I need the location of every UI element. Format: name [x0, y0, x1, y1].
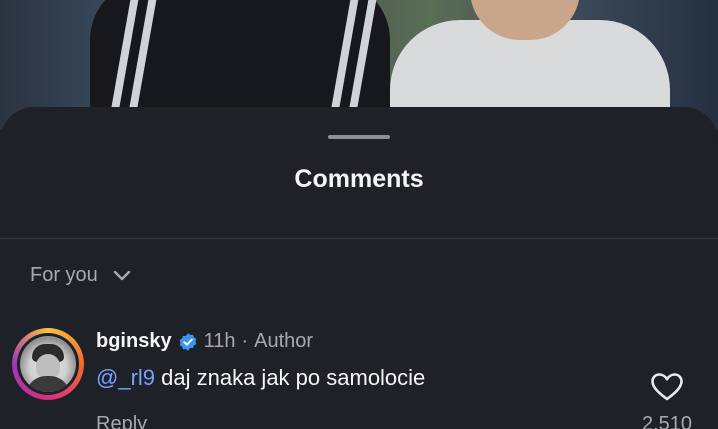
comment-item: bginsky 11h · Author @_rl9 daj znaka jak…	[0, 325, 718, 429]
like-count: 2,510	[641, 413, 692, 429]
comment-username[interactable]: bginsky	[96, 330, 172, 353]
reply-button[interactable]: Reply	[96, 413, 147, 429]
comment-mention[interactable]: @_rl9	[96, 365, 155, 390]
avatar-photo	[20, 336, 76, 392]
comment-time: 11h	[203, 330, 236, 352]
divider	[0, 238, 718, 239]
comment-text: @_rl9 daj znaka jak po samolocie	[96, 365, 425, 391]
sheet-grabber[interactable]	[328, 135, 390, 139]
sort-dropdown[interactable]: For you	[30, 264, 132, 287]
author-tag: Author	[254, 330, 314, 352]
avatar-body	[26, 376, 70, 392]
meta-separator: ·	[241, 330, 249, 352]
sort-label: For you	[30, 264, 98, 286]
verified-badge-icon	[179, 332, 196, 351]
avatar-frame	[17, 333, 79, 395]
comment-body: daj znaka jak po samolocie	[155, 365, 426, 390]
sheet-title: Comments	[294, 165, 424, 193]
avatar[interactable]	[12, 328, 84, 400]
comments-sheet: Comments For you bginsky 11h · Author @_…	[0, 107, 718, 429]
comment-meta: bginsky 11h · Author	[96, 330, 313, 353]
comments-screen: Comments For you bginsky 11h · Author @_…	[0, 0, 718, 429]
heart-outline-icon[interactable]	[650, 372, 684, 402]
chevron-down-icon	[113, 270, 131, 280]
